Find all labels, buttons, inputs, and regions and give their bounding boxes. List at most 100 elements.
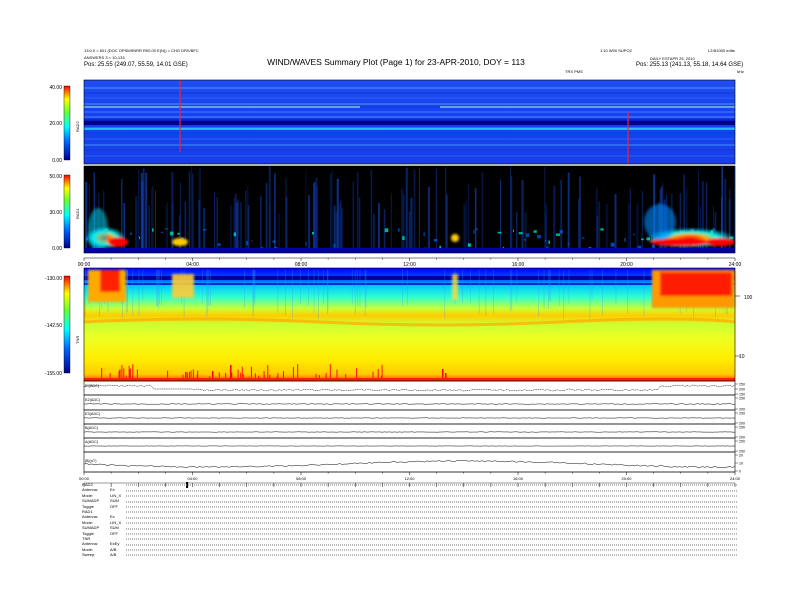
rad1-streak [413,169,416,253]
tnr-ylabel: TNR [75,336,80,344]
rad1-streak [629,188,632,253]
rad1-streak [230,205,232,253]
rad1-ytick-1: 30.00 [49,210,62,216]
rad1-streak [198,199,201,253]
rad1-speck [251,240,253,242]
axis-tick-label: 00:00 [78,262,91,268]
rad1-streak [370,169,373,253]
rad1-speck [467,243,471,247]
rad2-ytick-1: 20.00 [49,121,62,127]
rad1-streak [427,187,430,253]
rad1-streak [148,204,150,253]
tnr-streak [317,270,319,320]
bmag-label: |B|(nT) [85,459,97,463]
tnr-streak [292,270,293,319]
tnr-rtick-1: 10 [739,354,745,360]
rad1-streak [152,186,154,253]
rad1-streak [446,194,448,253]
tnr-streak [158,270,160,309]
tnr-streak [643,270,645,317]
rad1-speck [633,233,635,236]
tnr-streak [365,270,367,308]
tnr-streak [161,270,163,306]
axis-tick-label: 00:00 [79,476,90,481]
rad1-streak [214,192,216,253]
rad1-speck [559,230,563,234]
rad1-streak [358,197,361,253]
rad1-streak [524,212,527,253]
tnr-streak [327,270,329,311]
time-axis-top: 00:00 04:00 08:00 12:00 16:00 20:00 24:00 [78,257,741,268]
rad1-streak [154,189,156,253]
rad1-streak [500,179,502,253]
rad1-streak [313,183,316,253]
rad1-streak [641,191,644,253]
tnr-rtick-0: 100 [744,295,753,301]
tnr-streak [591,270,593,302]
rad1-streak [137,169,140,253]
rad1-speck [518,232,523,235]
bmag-series-line [83,460,736,468]
rad1-speck [152,228,154,232]
rad1-speck [651,244,655,248]
tnr-streak [364,270,366,316]
rad1-speck [423,232,425,237]
rad1-streak [418,167,420,253]
tnr-streak [210,270,211,306]
rad1-streak [465,199,467,253]
rad1-speck [402,236,405,241]
b-frame [83,423,736,439]
rad1-speck [512,229,514,233]
tnr-streak [402,270,403,306]
rad1-streak [516,211,518,253]
tnr-streak [602,270,603,315]
tnr-red-floor [84,378,735,381]
rad1-streak [192,173,194,253]
rad1-speck [217,243,221,246]
tnr-ytick-1: -142.50 [45,323,62,329]
footer-row-name: Sweep: [82,552,96,558]
rad1-speck [333,243,336,248]
b-label: B(ADC) [85,426,99,430]
rad1-speck [130,232,132,235]
header-right-pos: Pos: 255.13 (241.13, 55.18, 14.64 GSE) [636,62,744,68]
tnr-colorbar [64,276,70,373]
rad1-streak [510,175,513,253]
header-right-small: TRX PMS [565,69,583,74]
rad2-cyan-band [84,128,735,130]
axis-tick-label: 20:00 [620,262,633,268]
tnr-streak [156,270,158,307]
rad1-streak [336,178,339,253]
rad1-speck [567,242,570,245]
tnr-streak [125,270,127,314]
bmag-frame [83,451,736,473]
tnr-streak [558,270,560,307]
rad1-streak [203,207,206,253]
tnr-streak [156,270,158,307]
axis-tick-label: 04:00 [186,262,199,268]
tnr-streak [359,270,361,307]
rad1-speck [600,228,604,231]
rad1-ylabel: RAD1 [75,208,80,219]
footer-row-dots [126,551,737,556]
rad1-streak [474,187,477,253]
rad1-streak [377,202,381,253]
tnr-streak [549,270,551,302]
rad1-streak [166,202,168,253]
e3-label: E3(ADC) [85,412,101,416]
tnr-streak [568,270,570,304]
e3-frame [83,409,736,425]
rad1-speck [433,238,438,242]
footer-row-value: A/B [110,552,117,558]
e2-series-line [84,403,736,405]
tnr-panel [63,267,736,382]
tnr-streak [252,270,254,319]
axis-tick-label: 12:00 [403,262,416,268]
tnr-streak [356,270,358,307]
rad1-speck [548,240,551,244]
rad1-streak [145,172,148,253]
tnr-streak [206,270,208,319]
tnr-streak [354,270,356,315]
rad1-streak [247,205,250,253]
rad1-streak [627,203,630,253]
